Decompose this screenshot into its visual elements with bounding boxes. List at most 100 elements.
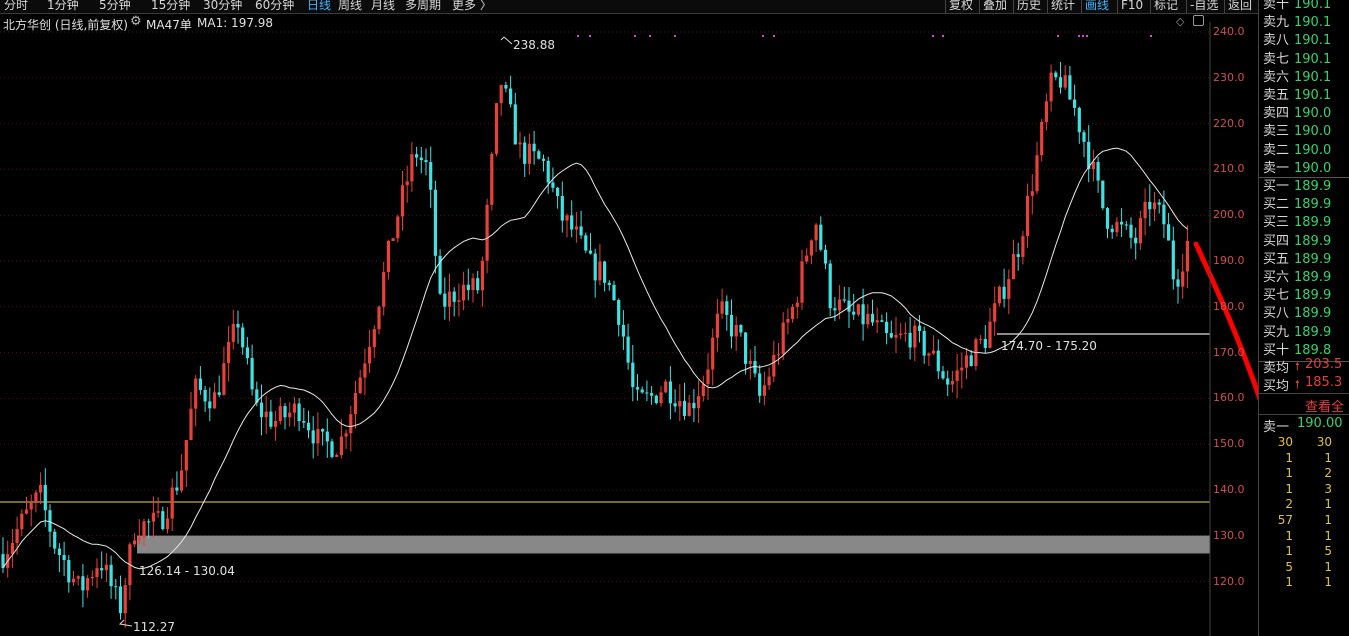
bid-row[interactable]: 买五 189.9 — [1263, 251, 1349, 269]
ask-row[interactable]: 卖六 190.1 — [1263, 69, 1349, 87]
candle-body — [950, 380, 954, 385]
candle-body — [165, 518, 170, 530]
candle-body — [335, 454, 339, 457]
ask-row[interactable]: 卖四 190.0 — [1263, 105, 1349, 123]
candle-body — [560, 195, 564, 221]
price-axis-label: 130.0 — [1213, 528, 1245, 542]
candle-body — [278, 406, 282, 422]
tick-volume-a: 30 — [1277, 435, 1293, 449]
sell-avg-value: 203.5 — [1305, 357, 1343, 372]
ask-row[interactable]: 卖二 190.0 — [1263, 142, 1349, 160]
settings-gear-icon[interactable]: ⚙ — [130, 14, 142, 29]
order-level-price: 189.9 — [1294, 270, 1332, 285]
view-all-button[interactable]: 查看全 — [1305, 396, 1344, 415]
candle-body — [147, 521, 151, 523]
ask-row[interactable]: 卖三 190.0 — [1263, 123, 1349, 141]
ask-row[interactable]: 卖五 190.1 — [1263, 87, 1349, 105]
order-level-label: 卖十 — [1263, 0, 1290, 12]
kline-chart[interactable] — [0, 0, 1258, 636]
event-mark — [932, 35, 934, 37]
candle-body — [664, 381, 668, 393]
candle-body — [654, 395, 658, 404]
candle-body — [739, 324, 743, 333]
candle-body — [1026, 195, 1030, 237]
candle-body — [903, 332, 907, 334]
candle-body — [725, 301, 729, 315]
ask-row[interactable]: 卖八 190.1 — [1263, 32, 1349, 50]
candle-body — [856, 304, 860, 315]
candle-body — [532, 143, 536, 152]
candle-body — [1157, 202, 1161, 205]
bid-row[interactable]: 买六 189.9 — [1263, 269, 1349, 287]
candle-body — [979, 339, 983, 341]
window-icon[interactable] — [1193, 15, 1204, 26]
order-level-label: 买八 — [1263, 306, 1290, 322]
candle-body — [198, 378, 202, 390]
candle-body — [457, 300, 461, 302]
candle-body — [932, 350, 936, 354]
candle-body — [217, 392, 221, 395]
candle-body — [541, 158, 546, 161]
tick-volume-b: 5 — [1324, 544, 1332, 559]
bid-row[interactable]: 买九 189.9 — [1263, 324, 1349, 342]
bid-row[interactable]: 买七 189.9 — [1263, 287, 1349, 305]
candle-body — [419, 157, 423, 161]
candle-body — [53, 531, 57, 549]
ask-row[interactable]: 卖七 190.1 — [1263, 51, 1349, 69]
ask-row[interactable]: 卖一 190.0 — [1263, 160, 1349, 178]
bid-row[interactable]: 买四 189.9 — [1263, 233, 1349, 251]
candle-body — [1082, 132, 1086, 142]
bid-row[interactable]: 买八 189.9 — [1263, 305, 1349, 323]
candle-body — [791, 306, 795, 319]
price-axis-label: 140.0 — [1213, 483, 1245, 496]
candle-body — [866, 313, 870, 325]
candle-body — [288, 412, 292, 418]
ask-row[interactable]: 卖九 190.1 — [1263, 14, 1349, 32]
candle-body — [410, 154, 414, 182]
candle-body — [800, 261, 804, 303]
candle-body — [1110, 228, 1114, 233]
bid-row[interactable]: 买一 189.9 — [1263, 178, 1349, 196]
candle-body — [71, 578, 76, 583]
candle-body — [447, 291, 452, 307]
candle-body — [734, 324, 738, 337]
candle-body — [720, 301, 724, 314]
event-mark — [1086, 35, 1088, 37]
first-ask-label: 卖一 — [1263, 420, 1290, 435]
candle-body — [24, 509, 29, 514]
candle-body — [640, 389, 644, 393]
candle-body — [1176, 279, 1180, 287]
tick-volume-b: 1 — [1324, 513, 1332, 527]
tick-volume-b: 1 — [1324, 575, 1332, 590]
diamond-icon[interactable]: ◇ — [1176, 15, 1184, 28]
order-level-price: 190.0 — [1294, 124, 1332, 140]
candle-body — [767, 376, 771, 386]
order-level-label: 卖六 — [1263, 69, 1290, 85]
candle-body — [711, 337, 715, 370]
tick-volume-b: 1 — [1324, 528, 1332, 543]
order-level-label: 卖二 — [1263, 142, 1290, 158]
order-level-price: 189.9 — [1294, 179, 1332, 194]
tick-volume-b: 1 — [1324, 450, 1332, 465]
bid-row[interactable]: 买二 189.9 — [1263, 196, 1349, 214]
candle-body — [400, 185, 405, 217]
tick-volume-a: 1 — [1285, 528, 1293, 543]
candle-body — [1040, 121, 1044, 156]
bid-row[interactable]: 买三 189.9 — [1263, 214, 1349, 232]
tick-volume-a: 57 — [1277, 513, 1293, 527]
candle-body — [227, 341, 231, 364]
buy-avg-label: 买均 — [1263, 379, 1290, 394]
candle-body — [584, 235, 588, 251]
candle-body — [1068, 75, 1072, 100]
candle-body — [353, 393, 358, 415]
candle-body — [814, 224, 818, 241]
candle-body — [114, 586, 118, 588]
candle-body — [659, 392, 663, 404]
order-level-price: 190.0 — [1294, 106, 1332, 122]
candle-body — [565, 215, 569, 221]
candle-body — [706, 369, 710, 385]
ask-row[interactable]: 卖十 190.1 — [1263, 0, 1349, 14]
candle-body — [1077, 107, 1081, 133]
order-level-label: 买一 — [1263, 179, 1290, 194]
candle-body — [795, 302, 799, 307]
